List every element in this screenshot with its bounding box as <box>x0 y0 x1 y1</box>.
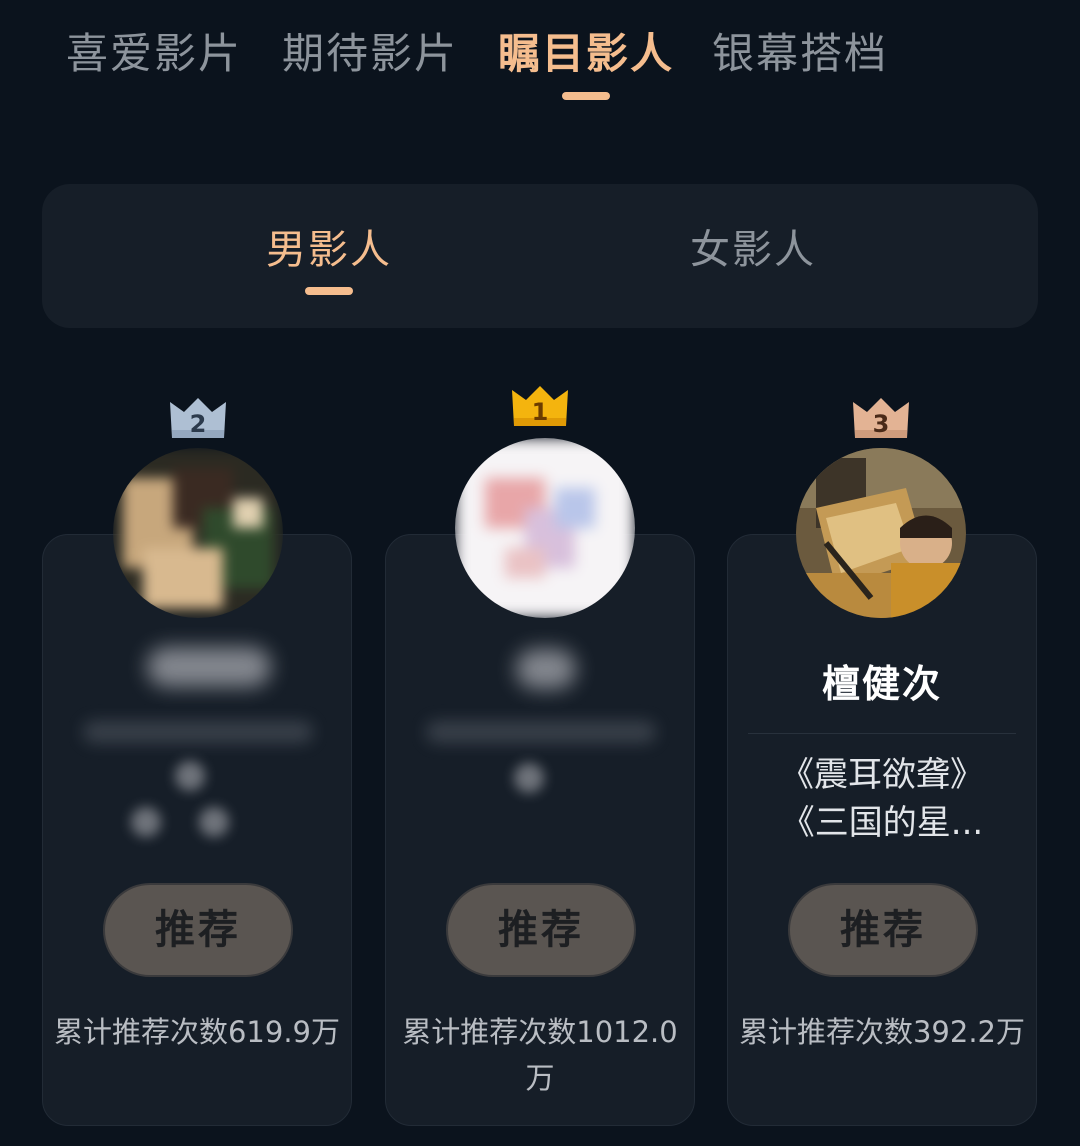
silver-crown-icon: 2 <box>168 396 228 440</box>
person-photo <box>796 448 966 618</box>
active-tab-indicator <box>305 287 353 295</box>
tab-female-people[interactable]: 女影人 <box>690 224 816 276</box>
blurred-work-line <box>199 807 229 837</box>
avatar-rank-3[interactable] <box>796 448 966 618</box>
recommend-button[interactable]: 推荐 <box>103 883 293 977</box>
blurred-work-line <box>131 807 161 837</box>
recommend-count: 累计推荐次数1012.0万 <box>402 1015 678 1095</box>
person-name: 檀健次 <box>821 662 942 706</box>
active-tab-indicator <box>562 92 610 100</box>
tab-male-people[interactable]: 男影人 <box>266 224 392 295</box>
ranking-page: 喜爱影片 期待影片 瞩目影人 银幕搭档 男影人 女影人 推荐 累计推荐次数619… <box>0 0 1080 1146</box>
blurred-divider <box>83 721 313 743</box>
rank-number: 3 <box>872 410 890 438</box>
tab-favorite-films[interactable]: 喜爱影片 <box>66 26 242 82</box>
ranking-card-2: 推荐 累计推荐次数619.9万 <box>42 534 352 1126</box>
gold-crown-icon: 1 <box>510 384 570 428</box>
recommend-count: 累计推荐次数619.9万 <box>53 1015 341 1049</box>
rank-number: 2 <box>189 410 207 438</box>
bronze-crown-icon: 3 <box>851 396 911 440</box>
blurred-avatar-image <box>455 438 635 618</box>
avatar-rank-1[interactable] <box>455 438 635 618</box>
avatar-rank-2[interactable] <box>113 448 283 618</box>
recommend-button[interactable]: 推荐 <box>788 883 978 977</box>
tab-label: 期待影片 <box>282 29 459 78</box>
rank-number: 1 <box>531 398 549 426</box>
blurred-name <box>516 649 576 689</box>
recommend-button[interactable]: 推荐 <box>446 883 636 977</box>
gender-switch-panel: 男影人 女影人 <box>42 184 1038 328</box>
tab-label: 喜爱影片 <box>66 29 243 78</box>
blurred-work-line <box>175 761 205 791</box>
tab-label: 男影人 <box>266 227 392 273</box>
blurred-avatar-image <box>113 448 283 618</box>
recommend-count: 累计推荐次数392.2万 <box>738 1015 1026 1049</box>
ranking-card-3: 檀健次 《震耳欲聋》 《三国的星... 推荐 累计推荐次数392.2万 <box>727 534 1037 1126</box>
blurred-divider <box>426 721 656 743</box>
ranking-card-1: 推荐 累计推荐次数1012.0万 <box>385 534 695 1126</box>
blurred-work-line <box>514 763 544 793</box>
category-tabs: 喜爱影片 期待影片 瞩目影人 银幕搭档 <box>0 26 1080 106</box>
tab-anticipated-films[interactable]: 期待影片 <box>282 26 458 82</box>
tab-notable-people[interactable]: 瞩目影人 <box>498 26 675 100</box>
work-title: 《三国的星... <box>780 803 984 843</box>
tab-label: 银幕搭档 <box>712 29 889 78</box>
blurred-name <box>147 647 271 687</box>
tab-screen-partners[interactable]: 银幕搭档 <box>712 26 888 82</box>
work-title: 《震耳欲聋》 <box>780 755 984 795</box>
tab-label: 女影人 <box>690 227 816 273</box>
tab-label: 瞩目影人 <box>498 29 675 78</box>
card-divider <box>748 733 1016 734</box>
